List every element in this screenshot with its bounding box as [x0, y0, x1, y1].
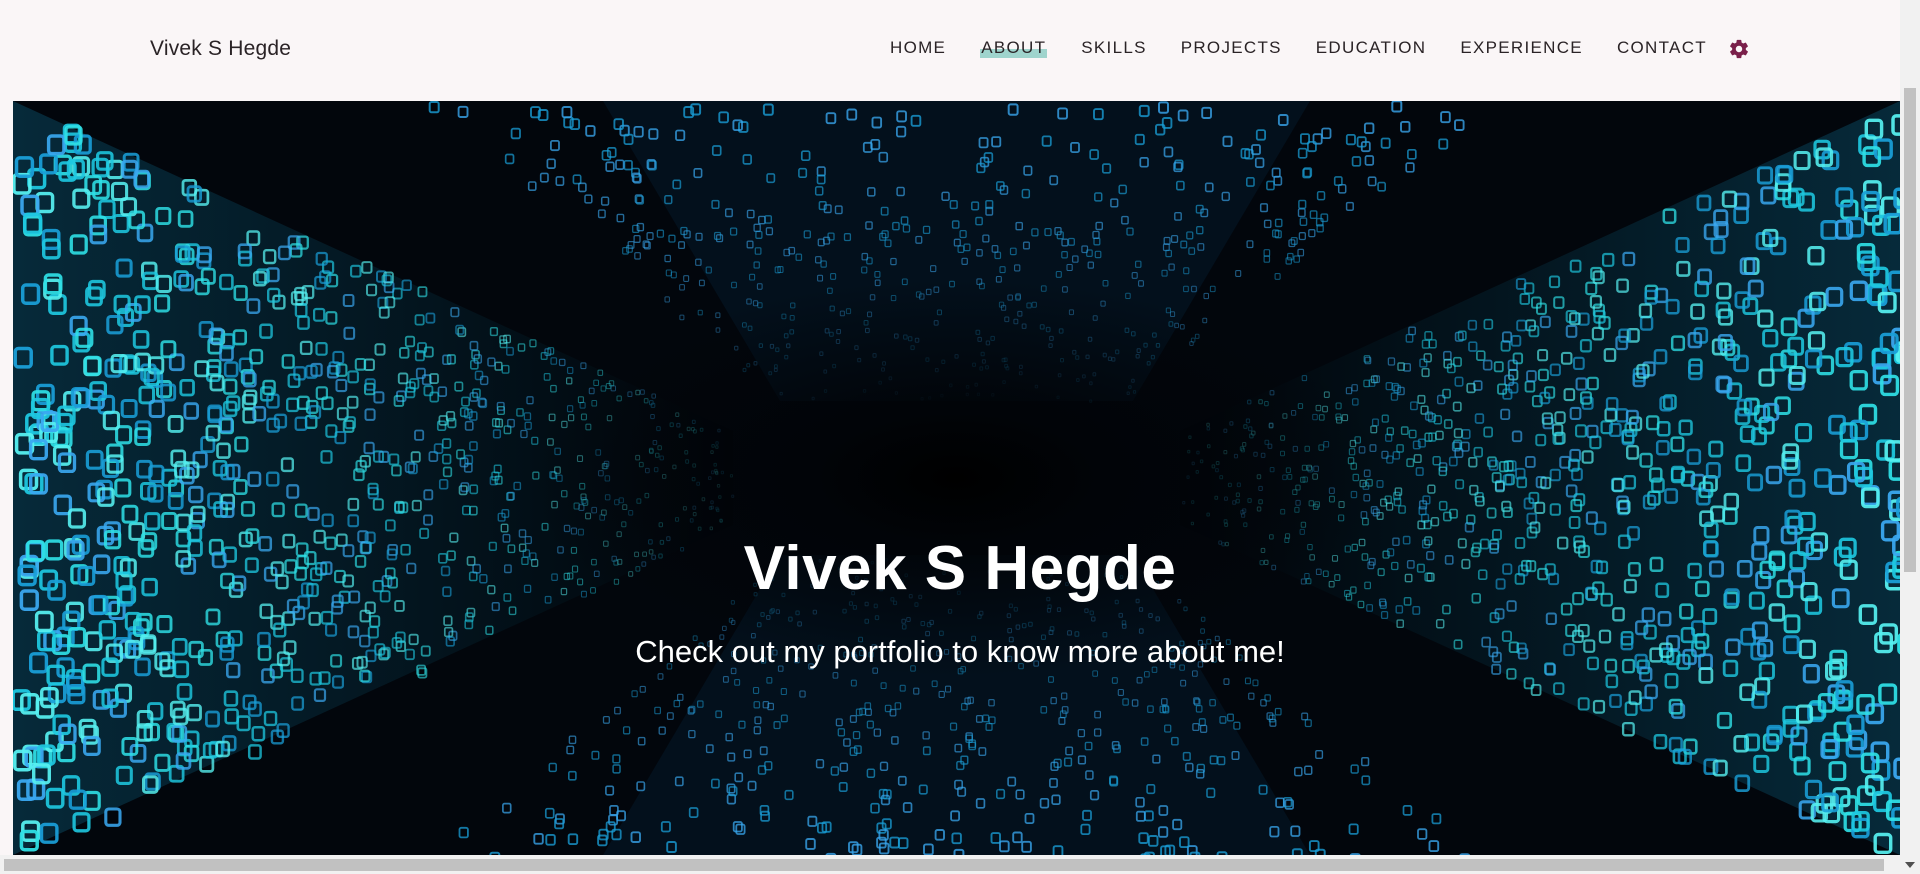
hero-background-image [13, 101, 1900, 855]
nav-link-home[interactable]: HOME [890, 38, 946, 58]
nav-link-education[interactable]: EDUCATION [1316, 38, 1427, 58]
nav-link-about[interactable]: ABOUT [980, 38, 1048, 58]
hero-section: Vivek S Hegde Check out my portfolio to … [13, 101, 1900, 855]
hero-title: Vivek S Hegde [743, 534, 1177, 603]
nav-link-skills[interactable]: SKILLS [1081, 38, 1146, 58]
vertical-scrollbar[interactable] [1900, 0, 1920, 874]
portfolio-page: Vivek S Hegde HOME ABOUT SKILLS PROJECTS… [0, 0, 1920, 874]
settings-button[interactable] [1728, 38, 1750, 60]
top-navbar: Vivek S Hegde HOME ABOUT SKILLS PROJECTS… [0, 0, 1900, 100]
nav-link-projects[interactable]: PROJECTS [1181, 38, 1282, 58]
nav-link-experience[interactable]: EXPERIENCE [1460, 38, 1583, 58]
hero-subtitle: Check out my portfolio to know more abou… [635, 634, 1285, 669]
horizontal-scrollbar-thumb[interactable] [4, 859, 1884, 871]
gear-icon [1730, 39, 1748, 59]
vertical-scrollbar-thumb[interactable] [1904, 88, 1916, 572]
horizontal-scrollbar[interactable] [0, 855, 1900, 874]
brand-link[interactable]: Vivek S Hegde [150, 37, 291, 61]
nav-links: HOME ABOUT SKILLS PROJECTS EDUCATION EXP… [890, 38, 1741, 58]
nav-link-contact[interactable]: CONTACT [1617, 38, 1707, 58]
scroll-down-arrow-icon[interactable] [1905, 862, 1915, 868]
